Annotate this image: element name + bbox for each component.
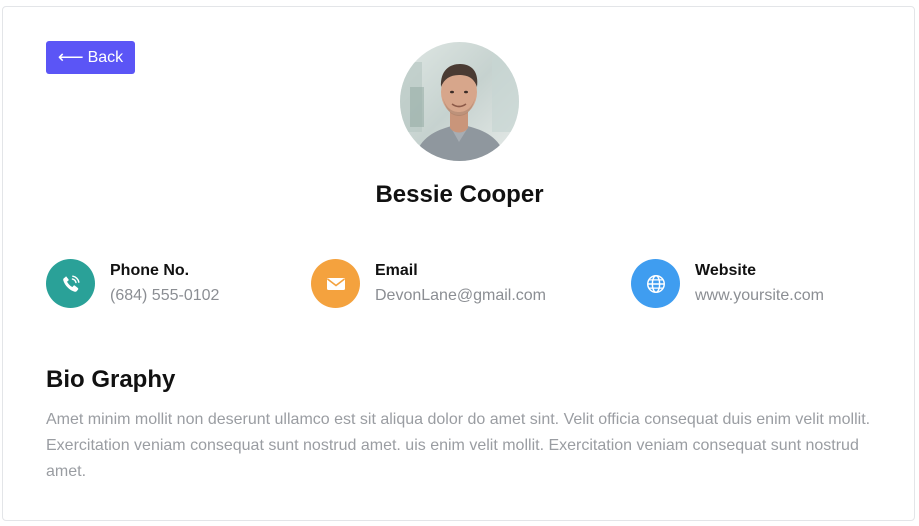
bio-text: Amet minim mollit non deserunt ullamco e… xyxy=(46,411,871,480)
contact-phone-label: Phone No. xyxy=(110,262,190,279)
contact-email-value[interactable]: DevonLane@gmail.com xyxy=(375,286,546,306)
contact-email-label: Email xyxy=(375,262,418,279)
contact-email: Email DevonLane@gmail.com xyxy=(311,259,546,308)
bio-title: Bio Graphy xyxy=(46,366,176,393)
back-button-label: Back xyxy=(87,48,124,66)
back-button[interactable]: ⟵ Back xyxy=(46,41,135,74)
contact-phone: Phone No. (684) 555-0102 xyxy=(46,259,219,308)
avatar xyxy=(400,42,519,161)
profile-name: Bessie Cooper xyxy=(375,181,544,208)
profile-card: ⟵ Back Bessie Cooper Phone No. (684) 555… xyxy=(2,6,915,521)
contact-website-value[interactable]: www.yoursite.com xyxy=(695,286,824,306)
mail-icon xyxy=(311,259,360,308)
globe-icon xyxy=(631,259,680,308)
avatar-photo xyxy=(400,42,519,161)
phone-icon xyxy=(46,259,95,308)
contact-website-label: Website xyxy=(695,262,757,279)
contact-website: Website www.yoursite.com xyxy=(631,259,824,308)
contact-phone-value[interactable]: (684) 555-0102 xyxy=(110,286,219,306)
arrow-left-icon: ⟵ xyxy=(57,46,84,67)
